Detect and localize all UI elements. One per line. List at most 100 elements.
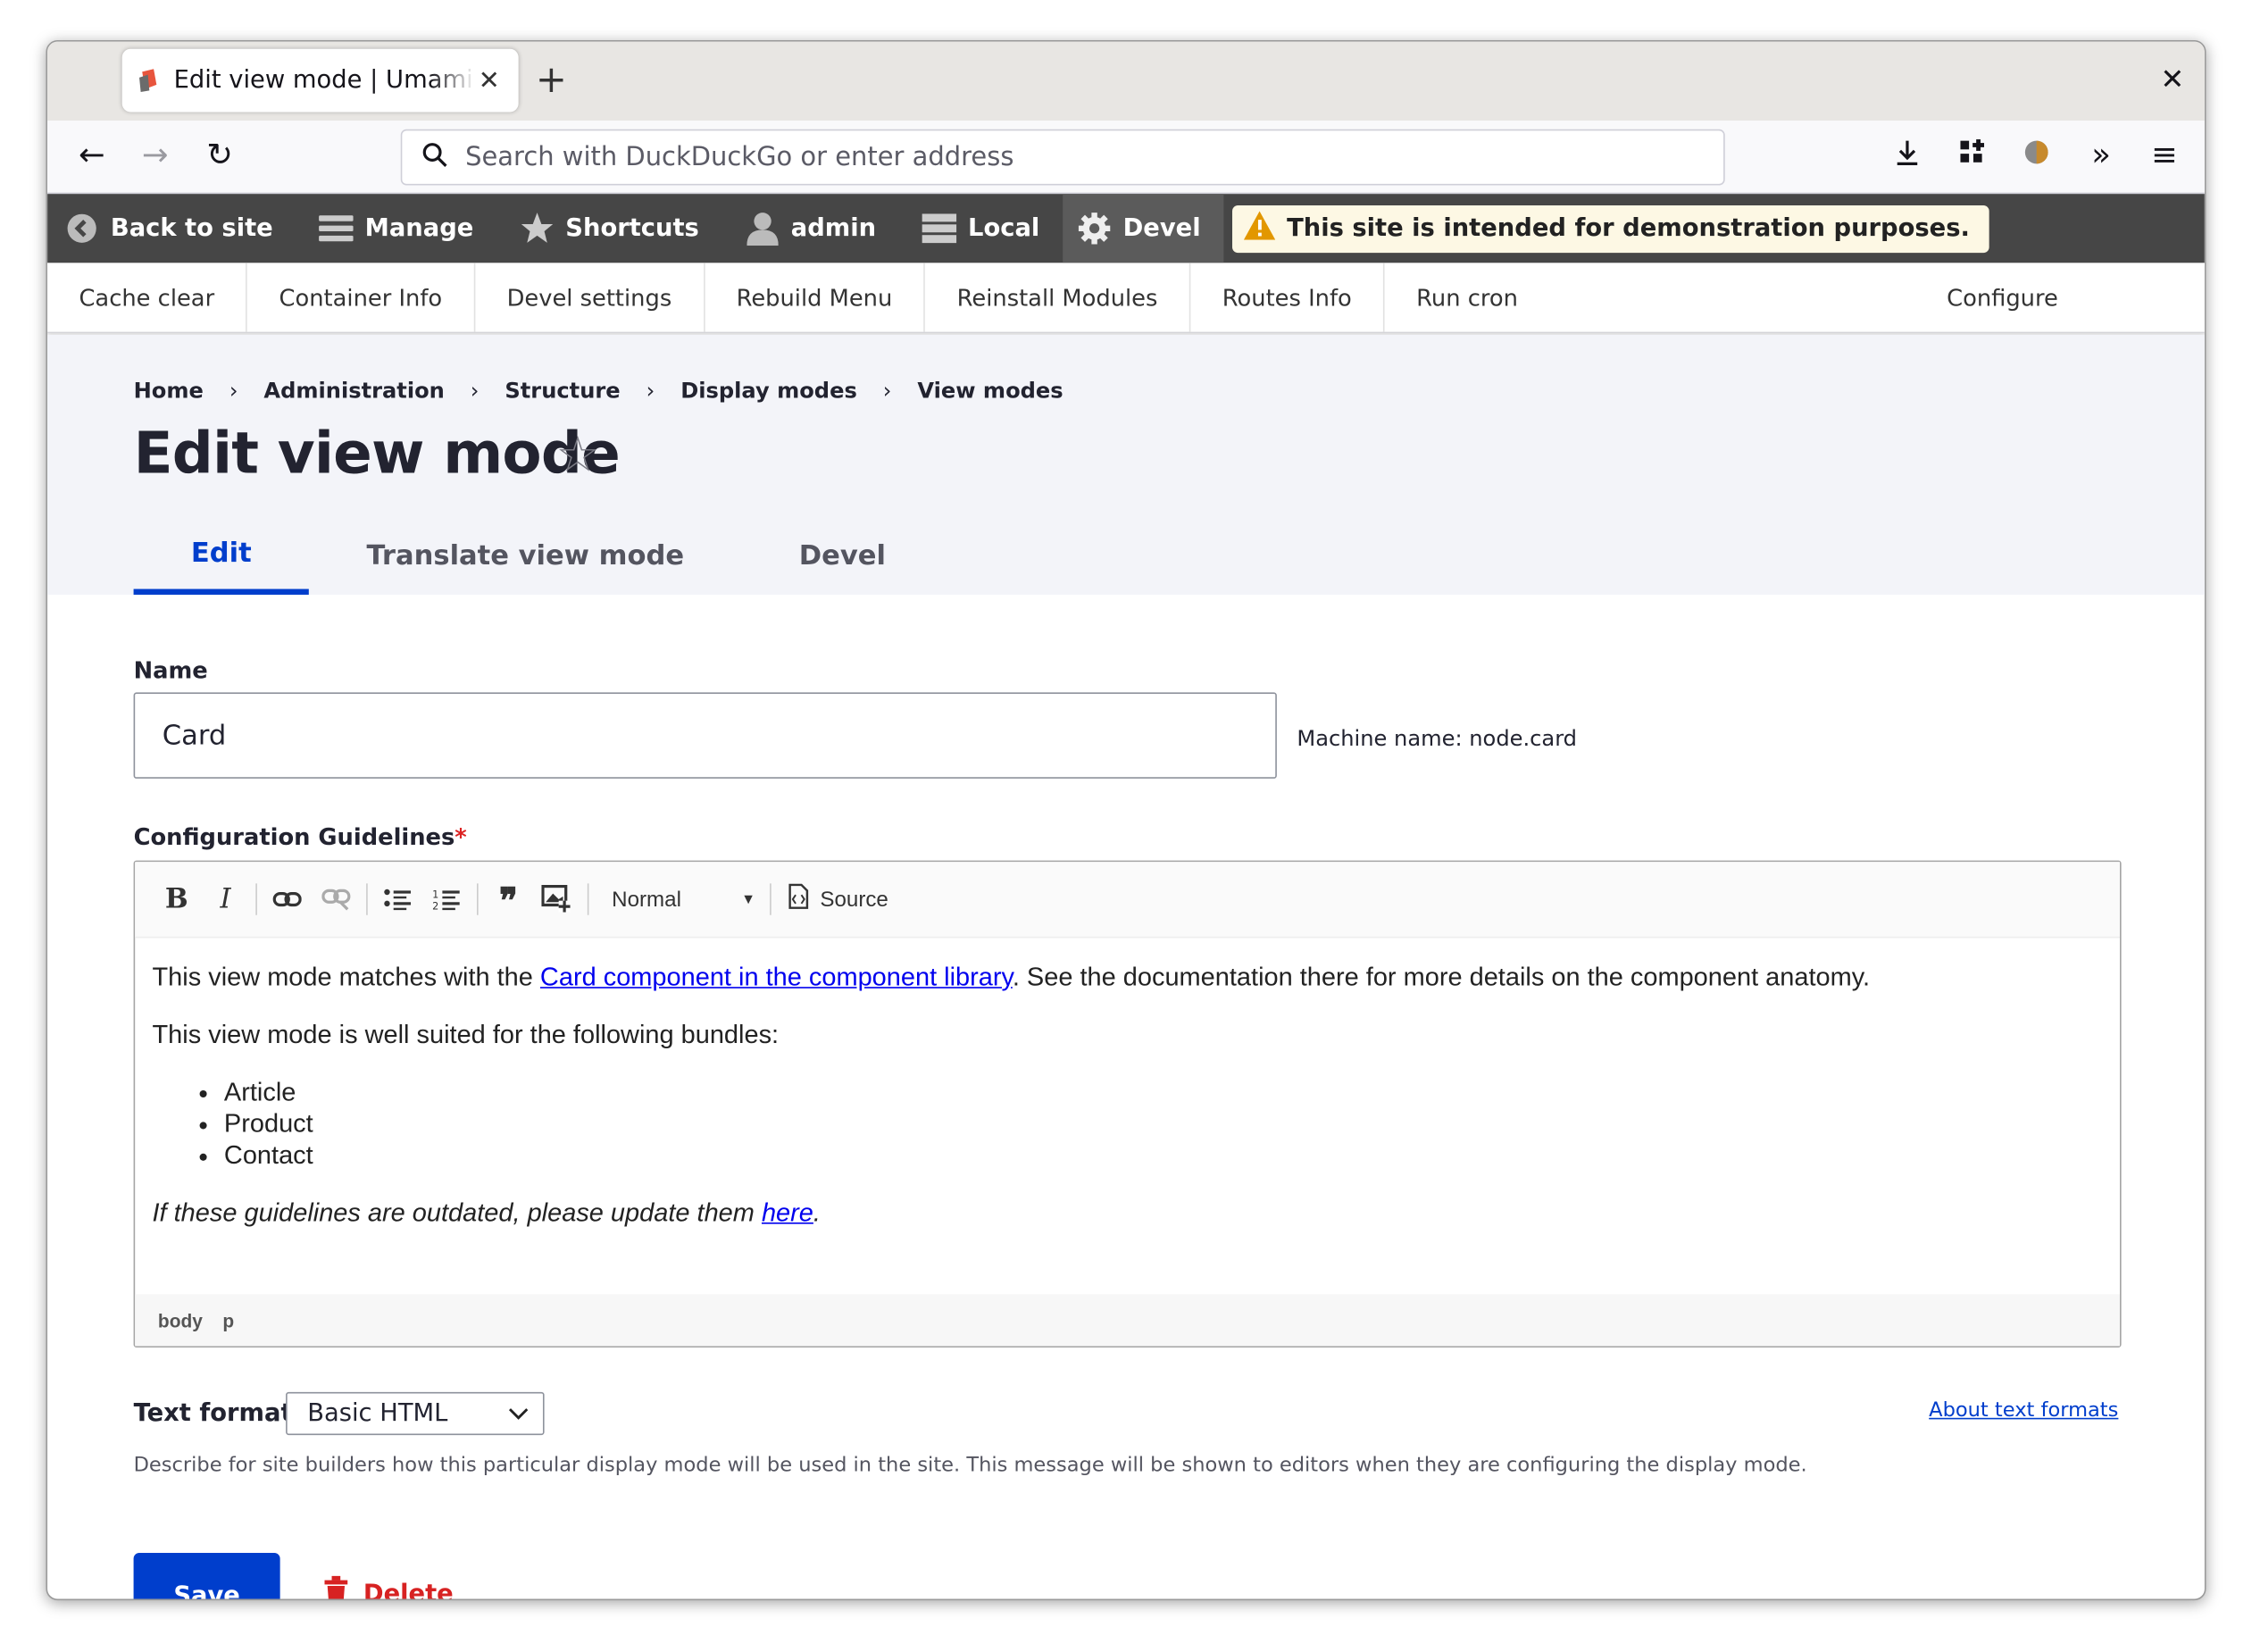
overflow-chevrons-icon[interactable]: » [2082, 138, 2120, 175]
source-button[interactable]: Source [777, 883, 888, 914]
unlink-icon[interactable] [312, 875, 361, 924]
tab-translate-view-mode[interactable]: Translate view mode [309, 521, 741, 589]
breadcrumb-administration[interactable]: Administration [263, 378, 444, 404]
blockquote-icon[interactable]: ❞ [484, 875, 533, 924]
back-to-site-link[interactable]: Back to site [64, 194, 296, 263]
local-label: Local [968, 213, 1040, 243]
back-arrow-icon[interactable]: ← [73, 138, 111, 175]
guidelines-label: Configuration Guidelines* [134, 823, 467, 851]
manage-menu[interactable]: Manage [296, 194, 496, 263]
devel-tray: Cache clear Container Info Devel setting… [47, 263, 2205, 334]
devel-settings-link[interactable]: Devel settings [475, 263, 705, 332]
field-description: Describe for site builders how this part… [133, 1454, 1807, 1477]
insert-image-icon[interactable] [533, 875, 582, 924]
component-library-link[interactable]: Card component in the component library [540, 963, 1013, 991]
text-format-select[interactable]: Basic HTML [286, 1391, 545, 1436]
shortcut-star-icon[interactable]: ☆ [555, 427, 599, 484]
tab-strip: Edit view mode | Umami Food Magazine ✕ +… [47, 41, 2205, 121]
editor-content[interactable]: This view mode matches with the Card com… [135, 938, 2120, 1228]
toolbar-divider [770, 883, 772, 915]
manage-label: Manage [364, 213, 474, 243]
toolbar-divider [476, 883, 479, 915]
paragraph-text: If these guidelines are outdated, please… [152, 1197, 762, 1227]
page-title: Edit view mode [133, 421, 621, 488]
breadcrumb-separator-icon: › [646, 378, 655, 405]
italic-icon[interactable]: I [201, 875, 250, 924]
bold-icon[interactable]: B [152, 875, 201, 924]
delete-link[interactable]: Delete [323, 1575, 454, 1599]
tab-devel[interactable]: Devel [741, 521, 943, 589]
save-button[interactable]: Save [133, 1553, 280, 1599]
user-menu[interactable]: admin [722, 194, 899, 263]
source-file-icon [788, 883, 809, 914]
tab-edit[interactable]: Edit [133, 521, 310, 596]
breadcrumb-home[interactable]: Home [134, 378, 204, 404]
list-item: Article [224, 1076, 2103, 1107]
admin-toolbar: Back to site Manage Shortcuts admin Loca… [47, 194, 2205, 263]
devel-configure-link[interactable]: Configure [1915, 263, 2205, 331]
breadcrumb-structure[interactable]: Structure [505, 378, 620, 404]
numbered-list-icon[interactable]: 12 [422, 875, 471, 924]
here-link[interactable]: here [762, 1198, 813, 1227]
machine-name: Machine name: node.card [1297, 725, 1578, 752]
tab-title: Edit view mode | Umami Food Magazine [173, 66, 476, 96]
editor-paragraph: This view mode is well suited for the fo… [152, 1020, 780, 1049]
gear-icon [1077, 211, 1112, 246]
paragraph-text: This view mode matches with the [152, 962, 540, 992]
devel-run-cron-link[interactable]: Run cron [1385, 263, 1550, 331]
page-header: Home › Administration › Structure › Disp… [47, 334, 2205, 596]
browser-window: Edit view mode | Umami Food Magazine ✕ +… [46, 40, 2206, 1601]
address-bar[interactable]: Search with DuckDuckGo or enter address [400, 129, 1725, 186]
extensions-grid-icon[interactable] [1953, 138, 1990, 176]
about-text-formats-link[interactable]: About text formats [1929, 1399, 2118, 1423]
rich-text-editor: B I 12 ❞ Normal ▼ Source This view mode … [133, 860, 2122, 1347]
bulleted-list-icon[interactable] [373, 875, 422, 924]
devel-container-info-link[interactable]: Container Info [247, 263, 476, 332]
tab-close-icon[interactable]: ✕ [479, 65, 500, 96]
browser-tab[interactable]: Edit view mode | Umami Food Magazine ✕ [121, 48, 519, 113]
path-p[interactable]: p [222, 1309, 234, 1331]
svg-text:1: 1 [432, 889, 438, 900]
text-format-label: Text format [133, 1398, 293, 1429]
heading-dropdown-value: Normal [612, 887, 681, 912]
local-menu[interactable]: Local [899, 194, 1063, 263]
list-item: Contact [224, 1139, 2103, 1171]
star-icon [520, 211, 555, 246]
editor-paragraph: If these guidelines are outdated, please… [152, 1197, 2102, 1228]
path-body[interactable]: body [158, 1309, 203, 1331]
devel-reinstall-modules-link[interactable]: Reinstall Modules [925, 263, 1191, 332]
toolbar-divider [587, 883, 589, 915]
window-close-icon[interactable]: ✕ [2160, 62, 2184, 96]
heading-dropdown[interactable]: Normal ▼ [595, 887, 764, 911]
server-icon [922, 211, 957, 246]
breadcrumb-view-modes[interactable]: View modes [917, 378, 1063, 404]
local-tabs: Edit Translate view mode Devel [133, 521, 944, 596]
devel-menu[interactable]: Devel [1063, 194, 1224, 263]
bundle-list: Article Product Contact [224, 1076, 2103, 1171]
forward-arrow-icon[interactable]: → [137, 138, 174, 175]
source-label: Source [820, 887, 888, 912]
profile-extension-icon[interactable] [2018, 138, 2056, 176]
search-icon [422, 141, 448, 172]
link-icon[interactable] [263, 875, 312, 924]
hamburger-menu-icon[interactable]: ≡ [2146, 138, 2183, 175]
new-tab-icon[interactable]: + [536, 59, 567, 102]
toolbar-divider [366, 883, 368, 915]
devel-cache-clear-link[interactable]: Cache clear [47, 263, 248, 332]
shortcuts-menu[interactable]: Shortcuts [496, 194, 721, 263]
name-input[interactable]: Card [133, 692, 1277, 779]
name-input-value: Card [162, 719, 227, 752]
demo-notice: This site is intended for demonstration … [1231, 204, 1990, 253]
paragraph-text: . [813, 1197, 821, 1227]
svg-text:2: 2 [432, 900, 438, 911]
shortcuts-label: Shortcuts [565, 213, 699, 243]
downloads-icon[interactable] [1889, 138, 1926, 176]
devel-routes-info-link[interactable]: Routes Info [1190, 263, 1385, 332]
breadcrumb-display-modes[interactable]: Display modes [680, 378, 857, 404]
chevron-down-icon [508, 1399, 529, 1428]
caret-down-icon: ▼ [741, 891, 756, 907]
required-marker: * [455, 822, 467, 851]
reload-icon[interactable]: ↻ [201, 138, 238, 175]
editor-toolbar: B I 12 ❞ Normal ▼ Source [135, 862, 2120, 939]
devel-rebuild-menu-link[interactable]: Rebuild Menu [705, 263, 926, 332]
